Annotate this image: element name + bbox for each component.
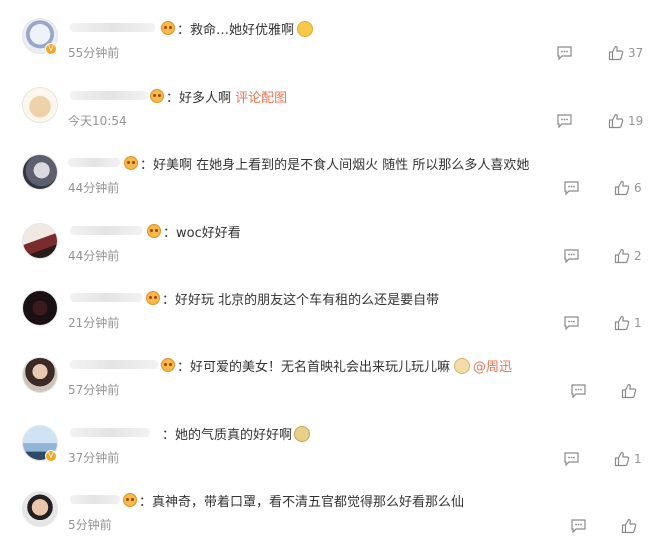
verified-v-icon: V (45, 450, 57, 462)
avatar[interactable] (22, 223, 58, 259)
username-obscured[interactable] (70, 91, 148, 100)
like-button[interactable] (608, 113, 624, 129)
reply-button[interactable] (556, 113, 573, 129)
comment-text: ：woc好好看 (163, 226, 241, 241)
like-button[interactable] (614, 248, 630, 264)
thumbs-up-icon (614, 451, 630, 467)
comment-item: ：真神奇，带着口罩，看不清五官都觉得那么好看那么仙 5分钟前 (0, 476, 660, 540)
comment-bubble-icon (571, 384, 586, 399)
member-badge-icon (146, 291, 160, 305)
member-badge-icon (150, 89, 164, 103)
comment-time: 57分钟前 (68, 383, 120, 397)
thumbs-up-icon (621, 518, 637, 534)
member-badge-icon (147, 224, 161, 238)
reply-button[interactable] (570, 518, 587, 534)
doge-emoji-icon (454, 358, 471, 374)
username-obscured[interactable] (70, 23, 155, 32)
comment-bubble-icon (564, 249, 579, 264)
comment-bubble-icon (571, 519, 586, 534)
member-badge-icon (123, 493, 137, 507)
tea-emoji-icon (294, 426, 311, 442)
reply-button[interactable] (556, 45, 573, 61)
username-obscured[interactable] (70, 360, 158, 369)
comment-bubble-icon (564, 181, 579, 196)
comment-time: 今天10:54 (68, 114, 127, 128)
reply-button[interactable] (563, 248, 580, 264)
like-button[interactable] (621, 518, 637, 534)
comment-text: ：好美啊 在她身上看到的是不食人间烟火 随性 所以那么多人喜欢她 (140, 158, 530, 173)
comment-time: 44分钟前 (68, 181, 120, 195)
like-count: 2 (634, 249, 642, 263)
member-badge-icon (161, 21, 175, 35)
mention-link[interactable]: @周迅 (473, 360, 512, 375)
comment-bubble-icon (564, 452, 579, 467)
comment-item: ：好多人啊 评论配图 今天10:54 19 (0, 69, 660, 133)
comment-text: ：好好玩 北京的朋友这个车有租的么还是要自带 (162, 293, 440, 308)
comment-time: 55分钟前 (68, 46, 120, 60)
like-button[interactable] (608, 45, 624, 61)
username-obscured[interactable] (70, 428, 150, 437)
thumbs-up-icon (614, 315, 630, 331)
like-count: 19 (628, 114, 644, 128)
avatar[interactable] (22, 154, 58, 190)
like-button[interactable] (614, 315, 630, 331)
comment-text: ：好多人啊 评论配图 (166, 91, 288, 106)
username-obscured[interactable] (70, 495, 120, 504)
avatar[interactable] (22, 87, 58, 123)
cheer-emoji-icon (297, 21, 314, 37)
like-button[interactable] (614, 451, 630, 467)
like-count: 1 (634, 452, 642, 466)
comment-time: 21分钟前 (68, 316, 120, 330)
comment-item: ：好美啊 在她身上看到的是不食人间烟火 随性 所以那么多人喜欢她 44分钟前 6 (0, 138, 660, 202)
comment-item: V ：救命…她好优雅啊 55分钟前 37 (0, 0, 660, 64)
like-count: 37 (628, 46, 644, 60)
comment-bubble-icon (557, 46, 572, 61)
username-obscured[interactable] (70, 293, 142, 302)
thumbs-up-icon (621, 383, 637, 399)
comment-image-link[interactable]: 评论配图 (235, 91, 287, 106)
reply-button[interactable] (563, 451, 580, 467)
comment-text: ：救命…她好优雅啊 (177, 19, 314, 38)
comment-text: ：真神奇，带着口罩，看不清五官都觉得那么好看那么仙 (139, 495, 465, 510)
comment-time: 37分钟前 (68, 451, 120, 465)
comment-bubble-icon (564, 316, 579, 331)
comment-text: ：她的气质真的好好啊 (162, 424, 311, 443)
member-badge-icon (124, 156, 138, 170)
comment-item: ：好可爱的美女！无名首映礼会出来玩儿玩儿嘛 @周迅 57分钟前 (0, 340, 660, 404)
reply-button[interactable] (570, 383, 587, 399)
like-count: 1 (634, 316, 642, 330)
like-button[interactable] (614, 180, 630, 196)
comment-bubble-icon (557, 114, 572, 129)
thumbs-up-icon (614, 180, 630, 196)
like-count: 6 (634, 181, 642, 195)
reply-button[interactable] (563, 180, 580, 196)
avatar[interactable] (22, 491, 58, 527)
verified-v-icon: V (45, 43, 57, 55)
comment-text: ：好可爱的美女！无名首映礼会出来玩儿玩儿嘛 @周迅 (177, 358, 513, 375)
comment-time: 44分钟前 (68, 249, 120, 263)
avatar[interactable] (22, 290, 58, 326)
comment-item: V ：她的气质真的好好啊 37分钟前 1 (0, 408, 660, 472)
thumbs-up-icon (608, 113, 624, 129)
comment-item: ：好好玩 北京的朋友这个车有租的么还是要自带 21分钟前 1 (0, 272, 660, 336)
username-obscured[interactable] (68, 158, 120, 167)
username-obscured[interactable] (70, 226, 142, 235)
avatar[interactable] (22, 357, 58, 393)
comment-list: V ：救命…她好优雅啊 55分钟前 37 ：好多人啊 评论配图 今天10:54 … (0, 0, 660, 549)
comment-time: 5分钟前 (68, 518, 112, 532)
thumbs-up-icon (614, 248, 630, 264)
thumbs-up-icon (608, 45, 624, 61)
comment-item: ：woc好好看 44分钟前 2 (0, 205, 660, 269)
reply-button[interactable] (563, 315, 580, 331)
like-button[interactable] (621, 383, 637, 399)
member-badge-icon (161, 358, 175, 372)
